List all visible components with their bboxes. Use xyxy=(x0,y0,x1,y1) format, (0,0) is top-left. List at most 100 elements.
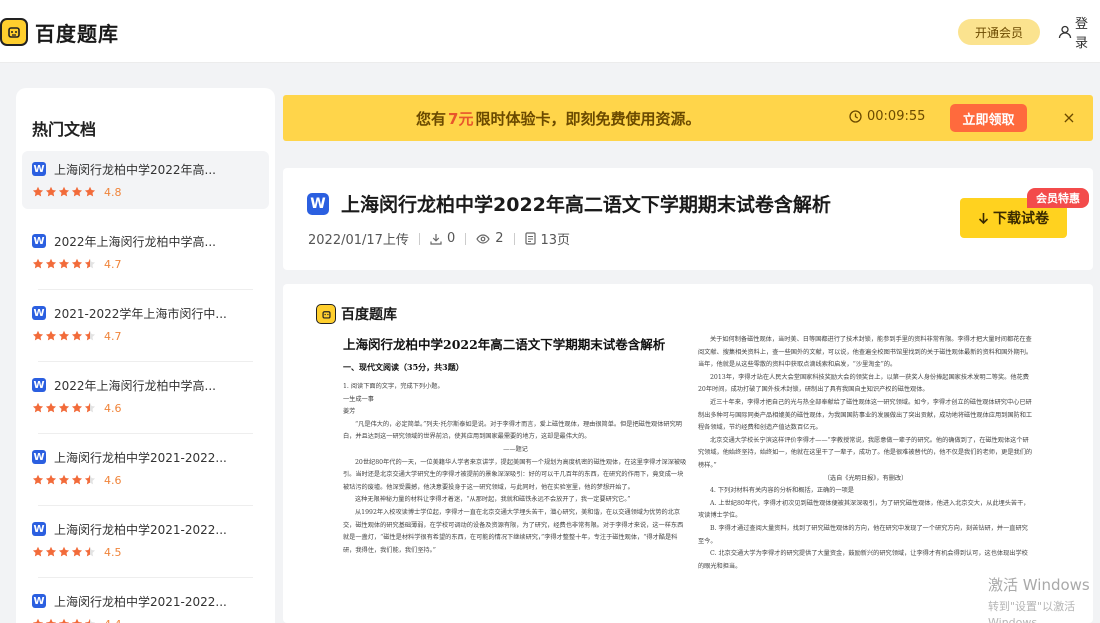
rating-score: 4.6 xyxy=(104,473,122,487)
promo-suffix: 限时体验卡，即刻免费使用资源。 xyxy=(475,110,701,128)
meta-divider xyxy=(513,232,515,245)
star-icon xyxy=(84,186,96,197)
star-icon xyxy=(32,546,44,557)
rating-score: 4.4 xyxy=(104,618,122,623)
doc-rating: 4.7 xyxy=(32,329,269,343)
doc-title-row: W 上海闵行龙柏中学2022年高二语文下学期期末试卷含解析 xyxy=(307,190,831,217)
star-icon xyxy=(71,402,83,413)
star-icon xyxy=(45,186,57,197)
preview-left-column: 上海闵行龙柏中学2022年高二语文下学期期末试卷含解析 一、现代文阅读（35分，… xyxy=(343,334,688,557)
document-preview[interactable]: 百度题库 上海闵行龙柏中学2022年高二语文下学期期末试卷含解析 一、现代文阅读… xyxy=(283,284,1093,623)
star-icon xyxy=(84,474,96,485)
star-icon xyxy=(32,330,44,341)
countdown-timer: 00:09:55 xyxy=(849,109,925,124)
sidebar-doc-item[interactable]: W 2022年上海闵行龙柏中学高... 4.7 xyxy=(22,223,269,290)
claim-now-button[interactable]: 立即领取 xyxy=(950,104,1027,132)
doc-rating: 4.8 xyxy=(32,185,269,199)
sidebar-doc-name: 上海闵行龙柏中学2021-2022... xyxy=(54,522,227,537)
doc-title-row: W 2022年上海闵行龙柏中学高... xyxy=(32,233,269,249)
doc-title-row: W 2021-2022学年上海市闵行中... xyxy=(32,305,269,321)
preview-paragraph: 20世纪80年代的一天，一位美籍华人学者来京讲学，提起美国有一个规划为高度机密的… xyxy=(343,458,687,491)
star-icon xyxy=(71,330,83,341)
vip-discount-badge: 会员特惠 xyxy=(1027,188,1089,208)
star-icon xyxy=(71,474,83,485)
user-icon xyxy=(1058,25,1072,39)
preview-paragraph: 姜芳 xyxy=(343,408,356,416)
preview-paragraph: A. 上世纪80年代，李得才初次见到磁性观体便被其深深吸引，为了研究磁性观体，他… xyxy=(698,499,1030,520)
preview-paragraph: “凡是伟大的，必定简单。”列夫·托尔斯泰如是说。对于李得才而言，爱上磁性观体，理… xyxy=(343,420,682,441)
star-icon xyxy=(32,402,44,413)
word-doc-icon: W xyxy=(307,192,329,215)
doc-title-row: W 2022年上海闵行龙柏中学高... xyxy=(32,377,269,393)
open-vip-button[interactable]: 开通会员 xyxy=(958,19,1040,45)
sidebar-doc-item[interactable]: W 上海闵行龙柏中学2021-2022... 4.5 xyxy=(22,511,269,578)
login-link[interactable]: 登录 xyxy=(1058,17,1100,51)
sidebar-doc-item[interactable]: W 上海闵行龙柏中学2022年高... 4.8 xyxy=(22,151,269,209)
star-icon xyxy=(32,186,44,197)
star-icon xyxy=(32,258,44,269)
rating-stars xyxy=(32,330,96,342)
preview-right-column: 关于如何制备磁性观体，当时美、日等国都进行了技术封锁，能参到手里的资料非常有限。… xyxy=(698,334,1033,573)
meta-divider xyxy=(465,232,467,245)
rating-stars xyxy=(32,618,96,623)
sidebar-doc-item[interactable]: W 2022年上海闵行龙柏中学高... 4.6 xyxy=(22,367,269,434)
preview-section-heading: 一、现代文阅读（35分，共3题） xyxy=(343,362,464,372)
sidebar-doc-name: 2021-2022学年上海市闵行中... xyxy=(54,306,227,321)
preview-logo-text: 百度题库 xyxy=(341,307,397,323)
word-doc-icon: W xyxy=(32,594,46,608)
star-icon xyxy=(58,546,70,557)
preview-paragraph: 4. 下列对材料有关内容的分析和概括，正确的一项是 xyxy=(710,487,854,495)
page-count: 13页 xyxy=(540,233,571,248)
top-header: 百度题库 开通会员 登录 xyxy=(0,0,1100,63)
star-icon xyxy=(58,186,70,197)
site-logo[interactable]: 百度题库 xyxy=(0,17,119,47)
sidebar-doc-item[interactable]: W 上海闵行龙柏中学2021-2022... 4.6 xyxy=(22,439,269,506)
preview-paragraph: 关于如何制备磁性观体，当时美、日等国都进行了技术封锁，能参到手里的资料非常有限。… xyxy=(698,336,1033,369)
preview-paragraph: 1. 阅读下面的文字，完成下列小题。 xyxy=(343,383,444,390)
windows-activation-hint: 转到"设置"以激活 Windows。 xyxy=(988,600,1076,623)
upload-date: 2022/01/17上传 xyxy=(308,233,409,248)
star-icon xyxy=(32,474,44,485)
doc-rating: 4.7 xyxy=(32,257,269,271)
sidebar-doc-item[interactable]: W 上海闵行龙柏中学2021-2022... 4.4 xyxy=(22,583,269,623)
trial-card-banner: 您有 7元 限时体验卡，即刻免费使用资源。 00:09:55 立即领取 × xyxy=(283,95,1093,141)
doc-title-row: W 上海闵行龙柏中学2021-2022... xyxy=(32,521,269,537)
rating-stars xyxy=(32,186,96,198)
meta-divider xyxy=(418,232,420,245)
sidebar-doc-item[interactable]: W 2021-2022学年上海市闵行中... 4.7 xyxy=(22,295,269,362)
sidebar-doc-name: 上海闵行龙柏中学2021-2022... xyxy=(54,594,227,609)
timer-value: 00:09:55 xyxy=(867,109,926,124)
word-doc-icon: W xyxy=(32,450,46,464)
preview-title: 上海闵行龙柏中学2022年高二语文下学期期末试卷含解析 xyxy=(343,337,666,352)
close-icon[interactable]: × xyxy=(1059,107,1079,127)
rating-stars xyxy=(32,402,96,414)
star-icon xyxy=(71,186,83,197)
star-icon xyxy=(84,330,96,341)
doc-title: 上海闵行龙柏中学2022年高二语文下学期期末试卷含解析 xyxy=(341,194,831,216)
rating-score: 4.7 xyxy=(104,329,122,343)
doc-rating: 4.4 xyxy=(32,617,269,623)
logo-icon xyxy=(316,304,336,324)
download-count: 0 xyxy=(446,231,456,246)
login-label: 登录 xyxy=(1075,17,1089,51)
doc-rating: 4.6 xyxy=(32,473,269,487)
promo-amount: 7元 xyxy=(448,110,474,128)
sidebar-doc-name: 2022年上海闵行龙柏中学高... xyxy=(54,234,216,249)
promo-text: 您有 7元 限时体验卡，即刻免费使用资源。 xyxy=(416,108,700,129)
clock-icon xyxy=(849,110,862,123)
star-icon xyxy=(71,618,83,623)
document-info-card: W 上海闵行龙柏中学2022年高二语文下学期期末试卷含解析 2022/01/17… xyxy=(283,168,1093,270)
star-icon xyxy=(45,618,57,623)
word-doc-icon: W xyxy=(32,306,46,320)
star-icon xyxy=(84,546,96,557)
item-divider xyxy=(38,577,253,578)
star-icon xyxy=(45,330,57,341)
word-doc-icon: W xyxy=(32,522,46,536)
star-icon xyxy=(71,258,83,269)
sidebar-title: 热门文档 xyxy=(32,120,97,139)
star-icon xyxy=(84,618,96,623)
doc-title-row: W 上海闵行龙柏中学2021-2022... xyxy=(32,449,269,465)
doc-rating: 4.5 xyxy=(32,545,269,559)
item-divider xyxy=(38,433,253,434)
star-icon xyxy=(45,474,57,485)
